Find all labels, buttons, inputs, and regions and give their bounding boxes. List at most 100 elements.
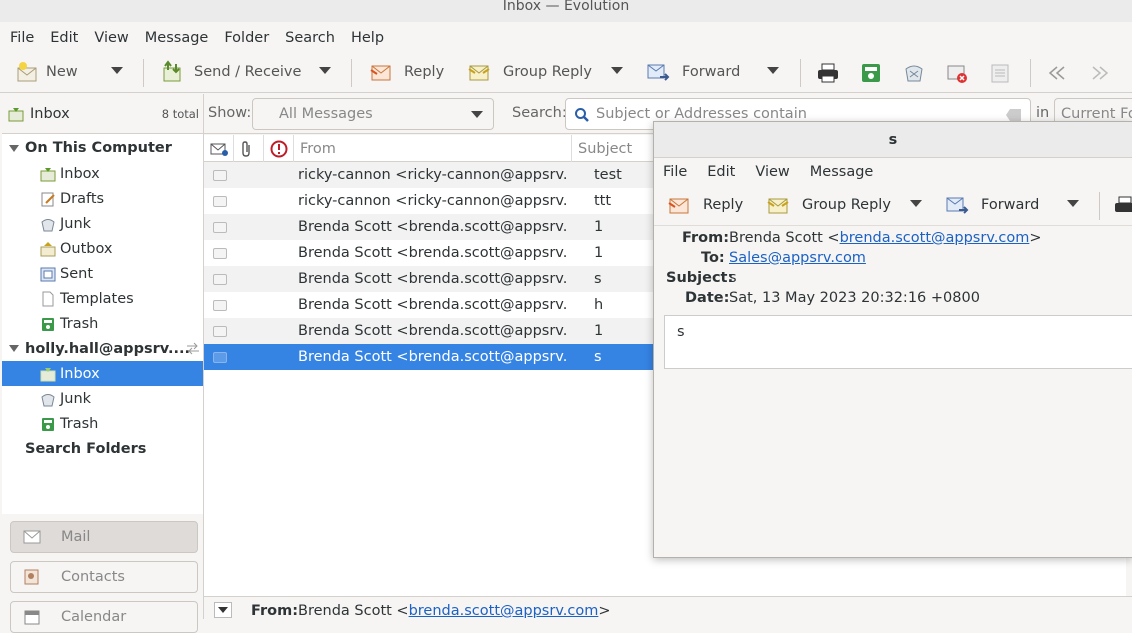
print-icon[interactable] bbox=[816, 61, 840, 85]
switcher-calendar[interactable]: Calendar bbox=[10, 601, 198, 633]
sent-icon bbox=[40, 267, 56, 281]
folder-tree: On This Computer Inbox Drafts Junk Outbo… bbox=[2, 135, 203, 461]
new-mail-icon bbox=[17, 62, 37, 82]
forward-icon bbox=[946, 197, 969, 214]
switcher-contacts[interactable]: Contacts bbox=[10, 561, 198, 593]
switcher-area: Mail Contacts Calendar bbox=[2, 514, 203, 633]
msg-menu-message[interactable]: Message bbox=[810, 164, 874, 180]
send-receive-dropdown-arrow[interactable] bbox=[319, 67, 331, 74]
menu-file[interactable]: File bbox=[10, 30, 34, 46]
menu-view[interactable]: View bbox=[94, 30, 128, 46]
column-from[interactable]: From bbox=[294, 135, 572, 162]
inbox-icon bbox=[8, 107, 24, 121]
read-envelope-icon bbox=[213, 222, 227, 233]
forward-dropdown-arrow[interactable] bbox=[767, 67, 779, 74]
message-body[interactable]: s bbox=[664, 315, 1132, 369]
column-flag[interactable] bbox=[264, 135, 294, 162]
evolution-main-window: Inbox — Evolution File Edit View Message… bbox=[0, 0, 1132, 633]
menu-message[interactable]: Message bbox=[145, 30, 209, 46]
new-dropdown-arrow[interactable] bbox=[111, 67, 123, 74]
show-filter-combo[interactable]: All Messages bbox=[252, 98, 494, 130]
folder-item-sent[interactable]: Sent bbox=[2, 261, 203, 286]
archive-icon[interactable] bbox=[859, 61, 883, 85]
to-email-link[interactable]: Sales@appsrv.com bbox=[729, 250, 866, 266]
msg-forward-dropdown-arrow[interactable] bbox=[1067, 200, 1079, 207]
folder-item-trash[interactable]: Trash bbox=[2, 411, 203, 436]
folder-item-junk[interactable]: Junk bbox=[2, 211, 203, 236]
header-from: From: Brenda Scott <brenda.scott@appsrv.… bbox=[682, 230, 1042, 246]
group-reply-icon bbox=[767, 198, 789, 214]
column-status[interactable] bbox=[204, 135, 234, 162]
drafts-icon bbox=[41, 192, 55, 206]
folder-item-templates[interactable]: Templates bbox=[2, 286, 203, 311]
menu-edit[interactable]: Edit bbox=[50, 30, 78, 46]
delete-icon[interactable] bbox=[945, 61, 969, 85]
preview-pane-header: From: Brenda Scott <brenda.scott@appsrv.… bbox=[204, 596, 1132, 619]
collapse-headers-button[interactable] bbox=[214, 602, 232, 618]
switcher-mail[interactable]: Mail bbox=[10, 521, 198, 553]
msg-menu-view[interactable]: View bbox=[755, 164, 789, 180]
window-title: Inbox — Evolution bbox=[0, 0, 1132, 22]
important-icon bbox=[270, 140, 288, 157]
expand-arrow-icon[interactable] bbox=[9, 144, 19, 152]
toolbar-separator bbox=[800, 59, 801, 87]
msg-group-reply-button[interactable]: Group Reply bbox=[766, 186, 891, 224]
reply-button[interactable]: Reply bbox=[369, 53, 444, 91]
preview-from-value: Brenda Scott <brenda.scott@appsrv.com> bbox=[298, 603, 611, 619]
expand-arrow-icon[interactable] bbox=[9, 345, 19, 352]
folder-item-drafts[interactable]: Drafts bbox=[2, 186, 203, 211]
folder-item-inbox[interactable]: Inbox bbox=[2, 161, 203, 186]
read-envelope-icon bbox=[213, 170, 227, 181]
msg-group-reply-dropdown-arrow[interactable] bbox=[910, 200, 922, 207]
forward-button[interactable]: Forward bbox=[646, 53, 740, 91]
msg-menu-edit[interactable]: Edit bbox=[707, 164, 735, 180]
junk-icon bbox=[41, 218, 55, 231]
folder-item-outbox[interactable]: Outbox bbox=[2, 236, 203, 261]
print-icon[interactable] bbox=[1113, 194, 1132, 218]
account-holly-hall[interactable]: holly.hall@appsrv.... bbox=[2, 336, 203, 361]
msg-reply-button[interactable]: Reply bbox=[667, 186, 743, 224]
folder-item-inbox-selected[interactable]: Inbox bbox=[2, 361, 203, 386]
new-button[interactable]: New bbox=[16, 53, 88, 91]
menu-folder[interactable]: Folder bbox=[224, 30, 269, 46]
read-envelope-icon bbox=[213, 352, 227, 363]
main-toolbar: New Send / Receive Reply Group Reply For… bbox=[0, 51, 1132, 93]
read-envelope-icon bbox=[213, 326, 227, 337]
folder-item-trash[interactable]: Trash bbox=[2, 311, 203, 336]
next-message-icon[interactable] bbox=[1088, 61, 1112, 85]
previous-message-icon[interactable] bbox=[1045, 61, 1069, 85]
group-reply-icon bbox=[468, 65, 490, 81]
read-envelope-icon bbox=[213, 196, 227, 207]
contacts-icon bbox=[24, 569, 39, 585]
folder-item-junk[interactable]: Junk bbox=[2, 386, 203, 411]
msg-forward-button[interactable]: Forward bbox=[945, 186, 1039, 224]
column-attachment[interactable] bbox=[234, 135, 264, 162]
menubar: File Edit View Message Folder Search Hel… bbox=[0, 26, 1132, 50]
search-label: Search: bbox=[512, 105, 567, 121]
chevron-down-icon bbox=[471, 111, 483, 118]
menu-help[interactable]: Help bbox=[351, 30, 384, 46]
toolbar-separator bbox=[1030, 59, 1031, 87]
from-email-link[interactable]: brenda.scott@appsrv.com bbox=[840, 230, 1030, 246]
folder-sidebar: Inbox 8 total On This Computer Inbox Dra… bbox=[2, 94, 204, 633]
mark-junk-icon[interactable] bbox=[902, 61, 926, 85]
show-label: Show: bbox=[208, 105, 252, 121]
search-folders[interactable]: Search Folders bbox=[2, 436, 203, 461]
menu-search[interactable]: Search bbox=[285, 30, 335, 46]
message-window: s File Edit View Message Reply Group Rep… bbox=[653, 121, 1132, 558]
mark-read-icon[interactable] bbox=[988, 61, 1012, 85]
toolbar-separator bbox=[351, 59, 352, 87]
preview-from-email-link[interactable]: brenda.scott@appsrv.com bbox=[409, 603, 599, 619]
group-reply-button[interactable]: Group Reply bbox=[467, 53, 592, 91]
junk-icon bbox=[41, 393, 55, 406]
read-envelope-icon bbox=[213, 248, 227, 259]
account-on-this-computer[interactable]: On This Computer bbox=[2, 135, 203, 161]
send-receive-button[interactable]: Send / Receive bbox=[160, 53, 301, 91]
clear-icon[interactable] bbox=[1006, 108, 1022, 122]
group-reply-dropdown-arrow[interactable] bbox=[611, 67, 623, 74]
read-envelope-icon bbox=[213, 274, 227, 285]
inbox-icon bbox=[40, 367, 56, 381]
msg-menu-file[interactable]: File bbox=[663, 164, 687, 180]
toolbar-separator bbox=[1099, 192, 1100, 220]
sync-icon[interactable] bbox=[185, 341, 201, 355]
